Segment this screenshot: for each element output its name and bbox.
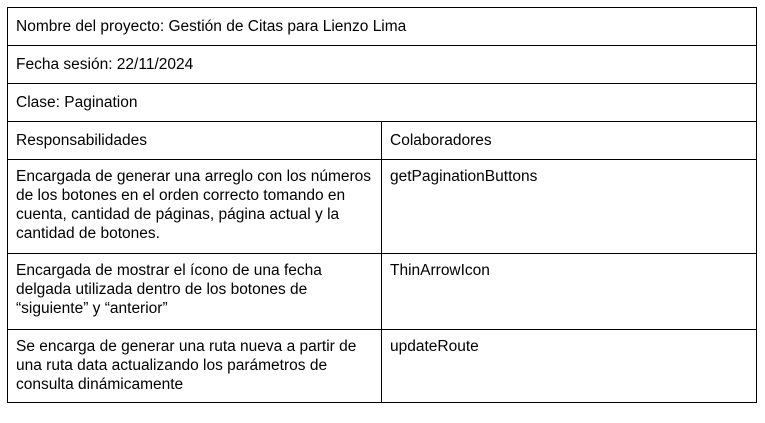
responsibility-cell: Encargada de mostrar el ícono de una fec… — [7, 253, 382, 330]
responsibility-cell: Encargada de generar una arreglo con los… — [7, 159, 382, 254]
collaborator-cell: ThinArrowIcon — [380, 253, 758, 330]
class-name: Clase: Pagination — [6, 83, 758, 122]
table-row: Encargada de mostrar el ícono de una fec… — [7, 253, 758, 330]
responsibility-cell: Se encarga de generar una ruta nueva a p… — [7, 329, 382, 403]
session-date: Fecha sesión: 22/11/2024 — [6, 45, 758, 84]
table-row: Se encarga de generar una ruta nueva a p… — [7, 329, 758, 403]
header-row: Responsabilidades Colaboradores — [7, 121, 758, 160]
project-name: Nombre del proyecto: Gestión de Citas pa… — [6, 7, 758, 46]
table-row: Encargada de generar una arreglo con los… — [7, 159, 758, 254]
project-row: Nombre del proyecto: Gestión de Citas pa… — [6, 7, 758, 46]
session-date-row: Fecha sesión: 22/11/2024 — [6, 45, 758, 84]
crc-card-table: Nombre del proyecto: Gestión de Citas pa… — [6, 7, 758, 403]
collaborator-cell: getPaginationButtons — [380, 159, 758, 254]
class-row: Clase: Pagination — [6, 83, 758, 122]
responsibilities-header: Responsabilidades — [7, 121, 382, 160]
collaborator-cell: updateRoute — [380, 329, 758, 403]
collaborators-header: Colaboradores — [380, 121, 758, 160]
